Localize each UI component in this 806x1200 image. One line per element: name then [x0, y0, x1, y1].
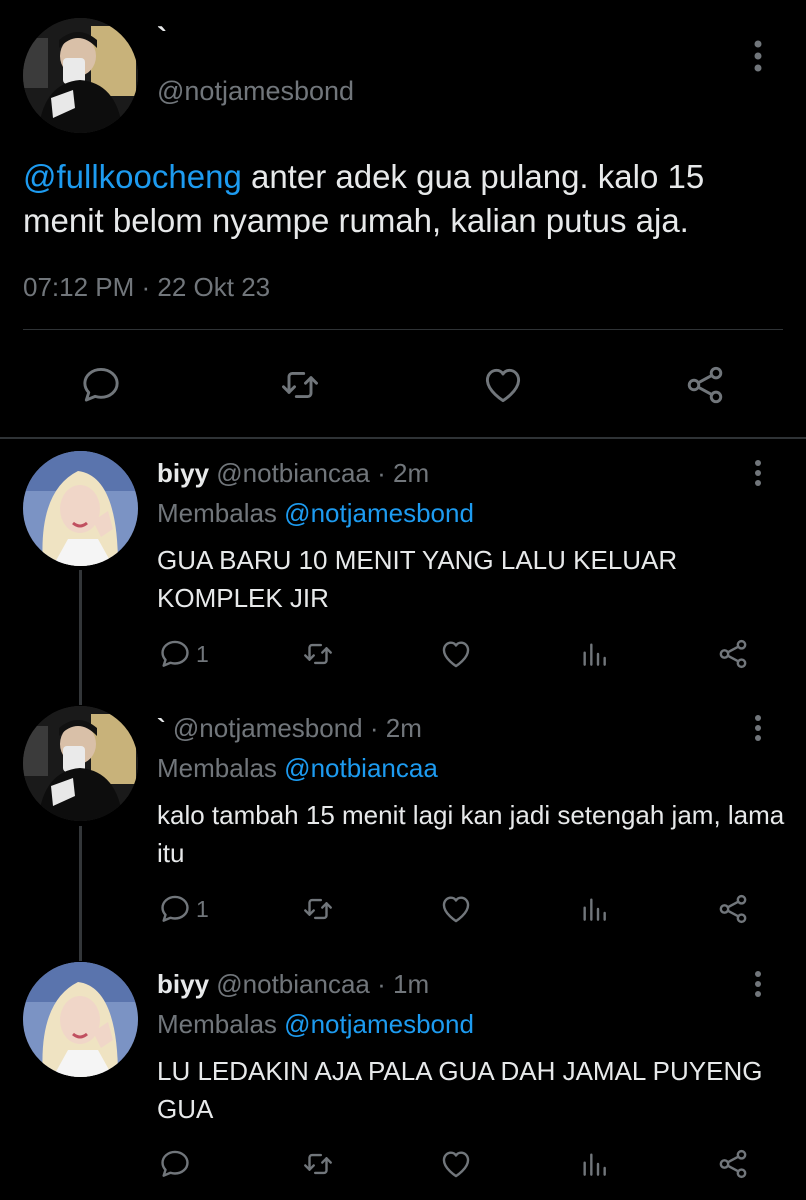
- like-icon[interactable]: [438, 1141, 474, 1187]
- more-options-icon[interactable]: [744, 458, 772, 492]
- share-icon[interactable]: [715, 886, 751, 932]
- reply-button[interactable]: 1: [158, 886, 209, 932]
- reply-time[interactable]: 2m: [393, 458, 429, 488]
- divider: [23, 329, 783, 330]
- reply-icon[interactable]: [76, 362, 126, 408]
- replying-label: Membalas: [157, 498, 277, 528]
- reply-text: kalo tambah 15 menit lagi kan jadi seten…: [157, 800, 785, 868]
- retweet-icon[interactable]: [300, 631, 336, 677]
- reply-tweet: biyy @notbiancaa · 2m Membalas @notjames…: [0, 451, 806, 688]
- more-options-icon[interactable]: [744, 713, 772, 747]
- reply-count: 1: [196, 640, 209, 667]
- handle[interactable]: @notjamesbond: [173, 713, 363, 743]
- display-name[interactable]: biyy: [157, 969, 209, 999]
- analytics-icon[interactable]: [578, 1141, 610, 1187]
- reply-tweet: biyy @notbiancaa · 1m Membalas @notjames…: [0, 962, 806, 1200]
- replying-label: Membalas: [157, 1009, 277, 1039]
- handle[interactable]: @notbiancaa: [216, 458, 370, 488]
- share-icon[interactable]: [680, 362, 730, 408]
- reply-time[interactable]: 2m: [386, 713, 422, 743]
- separator: ·: [369, 713, 379, 743]
- reply-header: ` @notjamesbond · 2m: [157, 713, 422, 744]
- share-icon[interactable]: [715, 1141, 751, 1187]
- reply-button[interactable]: 1: [158, 631, 209, 677]
- reply-action-bar: 1: [0, 886, 806, 932]
- display-name[interactable]: `: [157, 22, 167, 56]
- reply-count: 1: [196, 895, 209, 922]
- replying-to: Membalas @notjamesbond: [157, 498, 474, 529]
- reply-header: biyy @notbiancaa · 1m: [157, 969, 429, 1000]
- replying-label: Membalas: [157, 753, 277, 783]
- reply-icon: [158, 892, 192, 926]
- section-divider: [0, 437, 806, 439]
- reply-action-bar: 1: [0, 631, 806, 677]
- tweet-text: @fullkoocheng anter adek gua pulang. kal…: [23, 155, 783, 243]
- main-tweet: ` @notjamesbond @fullkoocheng anter adek…: [0, 0, 806, 438]
- more-options-icon[interactable]: [744, 969, 772, 1003]
- reply-button[interactable]: [158, 1141, 196, 1187]
- mention-link[interactable]: @notjamesbond: [284, 498, 474, 528]
- replying-to: Membalas @notjamesbond: [157, 1009, 474, 1040]
- retweet-icon[interactable]: [300, 886, 336, 932]
- tweet-timestamp[interactable]: 07:12 PM · 22 Okt 23: [23, 272, 270, 303]
- avatar-notjamesbond[interactable]: [23, 706, 138, 821]
- retweet-icon[interactable]: [275, 362, 325, 408]
- like-icon[interactable]: [438, 631, 474, 677]
- like-icon[interactable]: [478, 362, 528, 408]
- mention-link[interactable]: @notjamesbond: [284, 1009, 474, 1039]
- display-name[interactable]: `: [157, 713, 166, 743]
- share-icon[interactable]: [715, 631, 751, 677]
- reply-tweet: ` @notjamesbond · 2m Membalas @notbianca…: [0, 706, 806, 943]
- separator: ·: [377, 458, 386, 488]
- avatar-notjamesbond[interactable]: [23, 18, 138, 133]
- analytics-icon[interactable]: [578, 886, 610, 932]
- more-options-icon[interactable]: [744, 38, 772, 78]
- separator: ·: [377, 969, 386, 999]
- handle[interactable]: @notjamesbond: [157, 76, 354, 107]
- reply-text: LU LEDAKIN AJA PALA GUA DAH JAMAL PUYENG…: [157, 1056, 763, 1124]
- like-icon[interactable]: [438, 886, 474, 932]
- mention-link[interactable]: @notbiancaa: [284, 753, 438, 783]
- reply-header: biyy @notbiancaa · 2m: [157, 458, 429, 489]
- reply-text: GUA BARU 10 MENIT YANG LALU KELUAR KOMPL…: [157, 545, 678, 613]
- avatar-notbiancaa[interactable]: [23, 962, 138, 1077]
- reply-icon: [158, 1147, 192, 1181]
- reply-time[interactable]: 1m: [393, 969, 429, 999]
- retweet-icon[interactable]: [300, 1141, 336, 1187]
- replying-to: Membalas @notbiancaa: [157, 753, 438, 784]
- analytics-icon[interactable]: [578, 631, 610, 677]
- handle[interactable]: @notbiancaa: [216, 969, 370, 999]
- tweet-action-bar: [0, 350, 806, 420]
- mention-link[interactable]: @fullkoocheng: [23, 158, 242, 195]
- reply-action-bar: [0, 1141, 806, 1187]
- reply-icon: [158, 637, 192, 671]
- avatar-notbiancaa[interactable]: [23, 451, 138, 566]
- display-name[interactable]: biyy: [157, 458, 209, 488]
